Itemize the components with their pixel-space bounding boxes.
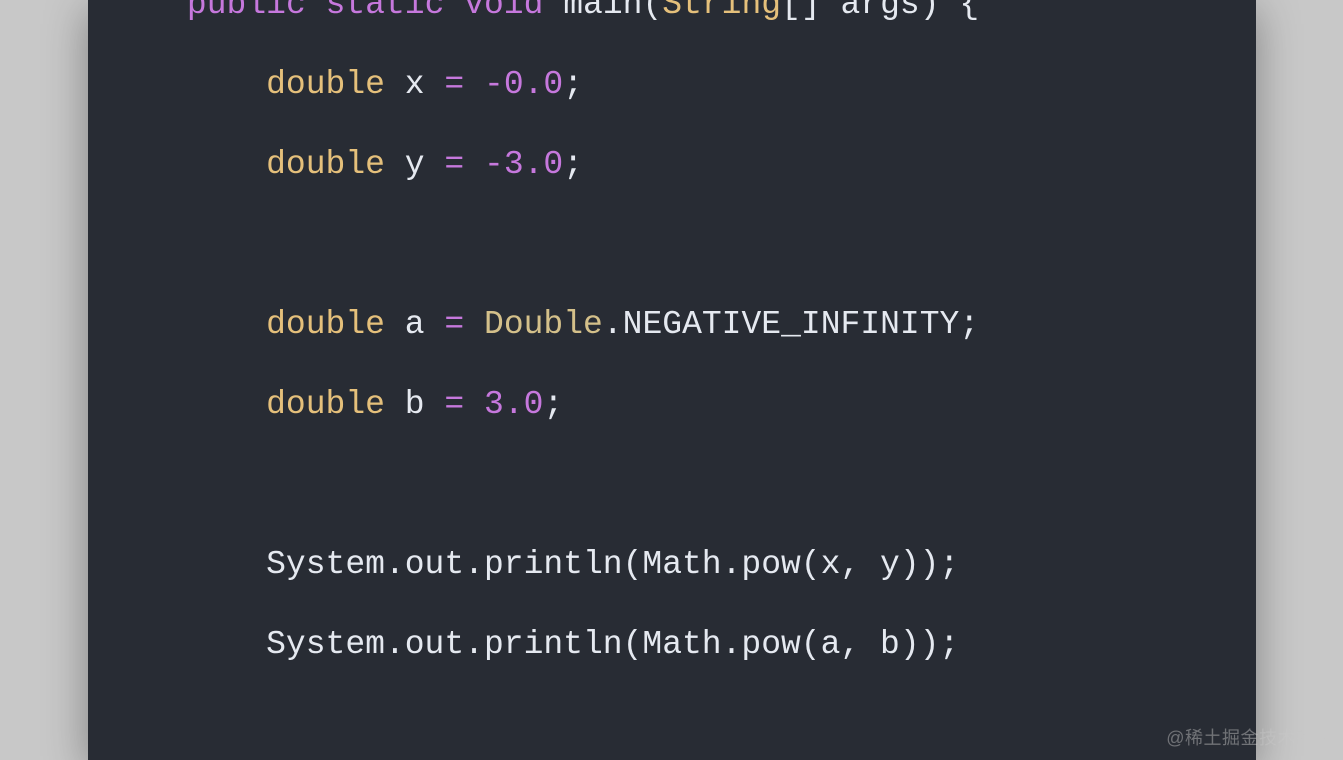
stmt-println-2: System.out.println(Math.pow(a, b)); bbox=[266, 626, 959, 663]
keyword-void: void bbox=[464, 0, 543, 23]
space bbox=[425, 66, 445, 103]
semicolon: ; bbox=[563, 146, 583, 183]
method-main: main bbox=[563, 0, 642, 23]
rparen: ) bbox=[920, 0, 940, 23]
lparen: ( bbox=[642, 0, 662, 23]
var-a: a bbox=[405, 306, 425, 343]
var-y: y bbox=[405, 146, 425, 183]
var-x: x bbox=[405, 66, 425, 103]
indent bbox=[128, 306, 267, 343]
op-assign: = bbox=[444, 386, 464, 423]
dot: . bbox=[603, 306, 623, 343]
indent bbox=[128, 66, 267, 103]
type-double: double bbox=[266, 386, 385, 423]
op-minus: - bbox=[484, 146, 504, 183]
const-neg-infinity: NEGATIVE_INFINITY bbox=[623, 306, 960, 343]
indent bbox=[128, 386, 267, 423]
space bbox=[464, 306, 484, 343]
var-b: b bbox=[405, 386, 425, 423]
op-assign: = bbox=[444, 306, 464, 343]
indent bbox=[128, 0, 187, 23]
space bbox=[385, 146, 405, 183]
keyword-public: public bbox=[187, 0, 306, 23]
code-line-2: double y = -3.0; bbox=[128, 140, 1216, 190]
param-args: args bbox=[841, 0, 920, 23]
code-line-1: double x = -0.0; bbox=[128, 60, 1216, 110]
space bbox=[306, 0, 326, 23]
semicolon: ; bbox=[563, 66, 583, 103]
type-string: String bbox=[662, 0, 781, 23]
code-line-3: double a = Double.NEGATIVE_INFINITY; bbox=[128, 300, 1216, 350]
space bbox=[425, 146, 445, 183]
brace-open: { bbox=[959, 0, 979, 23]
indent bbox=[128, 146, 267, 183]
space bbox=[940, 0, 960, 23]
space bbox=[464, 66, 484, 103]
type-double: double bbox=[266, 306, 385, 343]
semicolon: ; bbox=[543, 386, 563, 423]
keyword-static: static bbox=[326, 0, 445, 23]
op-assign: = bbox=[444, 66, 464, 103]
code-line-0: public static void main(String[] args) { bbox=[128, 0, 1216, 30]
code-content: public static void main(String[] args) {… bbox=[88, 0, 1256, 670]
code-line-5: System.out.println(Math.pow(x, y)); bbox=[128, 540, 1216, 590]
code-line-4: double b = 3.0; bbox=[128, 380, 1216, 430]
space bbox=[464, 146, 484, 183]
semicolon: ; bbox=[959, 306, 979, 343]
space bbox=[385, 66, 405, 103]
brackets: [] bbox=[781, 0, 821, 23]
space bbox=[543, 0, 563, 23]
type-double: double bbox=[266, 66, 385, 103]
space bbox=[385, 386, 405, 423]
space bbox=[821, 0, 841, 23]
op-minus: - bbox=[484, 66, 504, 103]
space bbox=[425, 306, 445, 343]
stmt-println-1: System.out.println(Math.pow(x, y)); bbox=[266, 546, 959, 583]
literal-3: 3.0 bbox=[504, 146, 563, 183]
code-block: public static void main(String[] args) {… bbox=[88, 0, 1256, 760]
literal-0: 0.0 bbox=[504, 66, 563, 103]
space bbox=[444, 0, 464, 23]
space bbox=[464, 386, 484, 423]
code-line-6: System.out.println(Math.pow(a, b)); bbox=[128, 620, 1216, 670]
space bbox=[425, 386, 445, 423]
space bbox=[385, 306, 405, 343]
indent bbox=[128, 626, 267, 663]
class-double: Double bbox=[484, 306, 603, 343]
type-double: double bbox=[266, 146, 385, 183]
op-assign: = bbox=[444, 146, 464, 183]
literal-3: 3.0 bbox=[484, 386, 543, 423]
indent bbox=[128, 546, 267, 583]
